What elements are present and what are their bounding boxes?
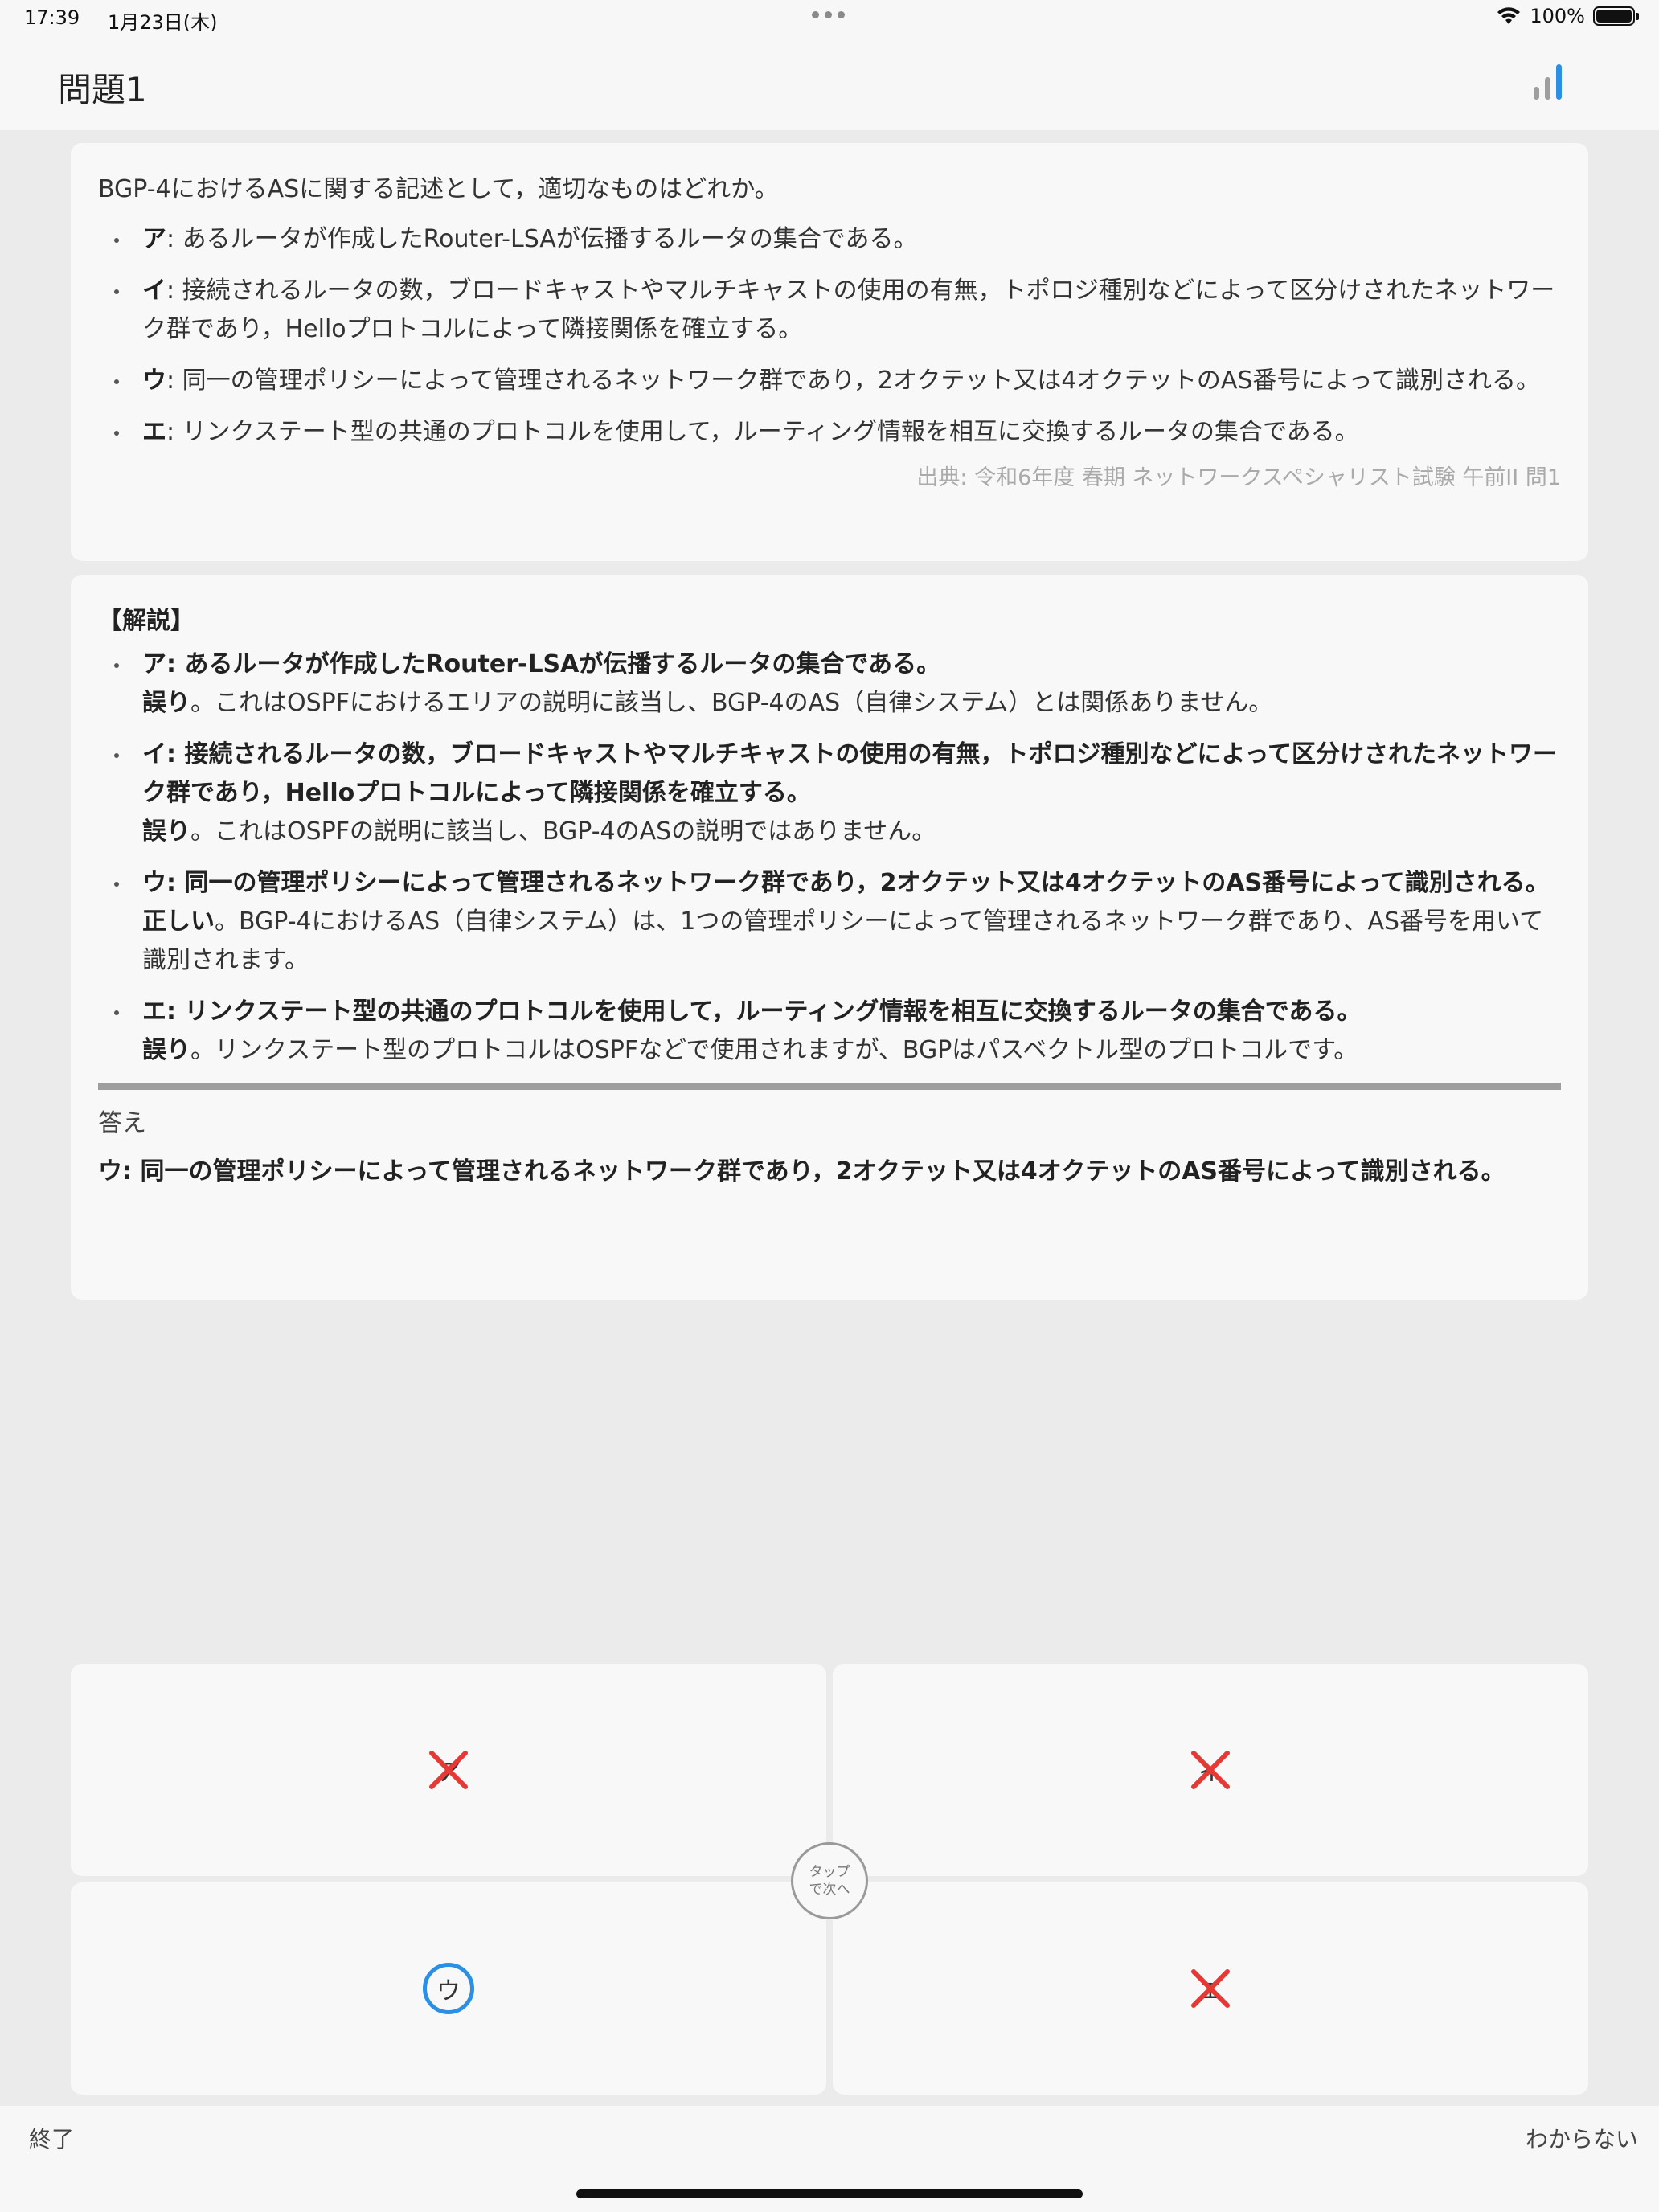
answer-divider bbox=[98, 1083, 1561, 1090]
option-list: ア: あるルータが作成したRouter-LSAが伝播するルータの集合である。 イ… bbox=[98, 220, 1561, 452]
multitasking-dots-icon[interactable] bbox=[812, 11, 845, 18]
explanation-item: イ: 接続されるルータの数，ブロードキャストやマルチキャストの使用の有無，トポロ… bbox=[98, 735, 1561, 851]
answer-text: ウ: 同一の管理ポリシーによって管理されるネットワーク群であり，2オクテット又は… bbox=[98, 1157, 1505, 1186]
question-prompt: BGP-4におけるASに関する記述として，適切なものはどれか。 bbox=[98, 175, 779, 203]
next-button-line2: で次へ bbox=[809, 1882, 850, 1898]
choice-button-e[interactable]: エ bbox=[833, 1882, 1588, 2095]
explanation-item: エ: リンクステート型の共通のプロトコルを使用して，ルーティング情報を相互に交換… bbox=[98, 993, 1561, 1070]
option-item: ア: あるルータが作成したRouter-LSAが伝播するルータの集合である。 bbox=[98, 220, 1561, 259]
cross-mark-icon bbox=[1191, 1751, 1230, 1789]
answer-label: 答え bbox=[98, 1109, 146, 1137]
question-source: 出典: 令和6年度 春期 ネットワークスペシャリスト試験 午前II 問1 bbox=[916, 465, 1561, 490]
status-right: 100% bbox=[1496, 5, 1639, 27]
bar-chart-icon[interactable] bbox=[1532, 63, 1564, 103]
cross-mark-icon bbox=[429, 1751, 468, 1789]
question-card: BGP-4におけるASに関する記述として，適切なものはどれか。 ア: あるルータ… bbox=[71, 143, 1588, 561]
explanation-card: 【解説】 ア: あるルータが作成したRouter-LSAが伝播するルータの集合で… bbox=[71, 575, 1588, 1300]
choice-label: ウ bbox=[436, 1977, 461, 2005]
next-button-line1: タップ bbox=[809, 1864, 850, 1880]
status-time: 17:39 bbox=[24, 6, 80, 29]
footer-toolbar: 終了 わからない bbox=[0, 2106, 1659, 2212]
choice-button-u[interactable]: ウ bbox=[71, 1882, 826, 2095]
option-item: イ: 接続されるルータの数，ブロードキャストやマルチキャストの使用の有無，トポロ… bbox=[98, 272, 1561, 349]
end-button[interactable]: 終了 bbox=[29, 2122, 74, 2154]
choice-button-i[interactable]: イ bbox=[833, 1664, 1588, 1876]
battery-percent: 100% bbox=[1530, 5, 1585, 27]
unknown-button[interactable]: わからない bbox=[1526, 2122, 1638, 2154]
explanation-list: ア: あるルータが作成したRouter-LSAが伝播するルータの集合である。 誤り… bbox=[98, 645, 1561, 1070]
status-date: 1月23日(木) bbox=[108, 11, 218, 34]
option-item: エ: リンクステート型の共通のプロトコルを使用して，ルーティング情報を相互に交換… bbox=[98, 413, 1561, 452]
battery-icon bbox=[1593, 6, 1639, 26]
wifi-icon bbox=[1497, 7, 1521, 24]
page-title: 問題1 bbox=[58, 70, 147, 109]
next-button[interactable]: タップ で次へ bbox=[791, 1842, 868, 1919]
choice-button-a[interactable]: ア bbox=[71, 1664, 826, 1876]
nav-header: 問題1 bbox=[0, 40, 1659, 130]
home-indicator[interactable] bbox=[576, 2189, 1083, 2198]
option-item: ウ: 同一の管理ポリシーによって管理されるネットワーク群であり，2オクテット又は… bbox=[98, 362, 1561, 400]
explanation-item: ウ: 同一の管理ポリシーによって管理されるネットワーク群であり，2オクテット又は… bbox=[98, 864, 1561, 980]
cross-mark-icon bbox=[1191, 1969, 1230, 2008]
status-bar: 17:39 1月23日(木) 100% bbox=[0, 0, 1659, 40]
explanation-heading: 【解説】 bbox=[98, 607, 195, 635]
explanation-item: ア: あるルータが作成したRouter-LSAが伝播するルータの集合である。 誤り… bbox=[98, 645, 1561, 723]
